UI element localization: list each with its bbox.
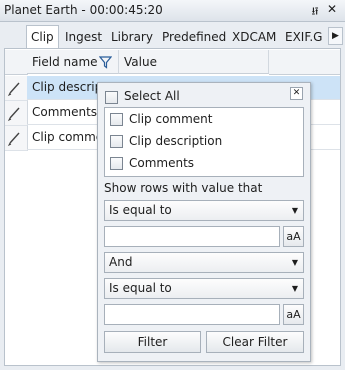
- tab-library[interactable]: Library: [111, 27, 153, 48]
- logic-operator-dropdown[interactable]: And ▼: [104, 252, 304, 273]
- match-case-2-button[interactable]: aA: [283, 304, 304, 325]
- operator-2-value: Is equal to: [109, 281, 172, 295]
- row-header-corner: [5, 50, 28, 75]
- row-field-name: Comments: [32, 105, 98, 119]
- filter-value-1-input[interactable]: [104, 226, 280, 247]
- clear-filter-button[interactable]: Clear Filter: [206, 331, 304, 353]
- column-header-filler: [269, 50, 340, 75]
- chevron-down-icon: ▼: [291, 206, 298, 215]
- checkbox[interactable]: [110, 113, 123, 126]
- row-edit-handle[interactable]: [5, 126, 28, 151]
- column-header-field-name[interactable]: Field name: [27, 50, 119, 74]
- tab-scroll-right-icon[interactable]: ▶: [328, 27, 343, 45]
- row-field-name: Clip descript: [32, 80, 107, 94]
- select-all-label[interactable]: Select All: [124, 89, 180, 103]
- filter-button[interactable]: Filter: [104, 331, 201, 353]
- close-icon[interactable]: ✕: [325, 2, 339, 16]
- column-header-label: Field name: [32, 55, 98, 69]
- chevron-down-icon: ▼: [291, 284, 298, 293]
- filter-value-2-input[interactable]: [104, 304, 280, 325]
- filter-item-label[interactable]: Clip description: [129, 134, 222, 148]
- tab-predefined[interactable]: Predefined: [162, 27, 226, 48]
- match-case-1-button[interactable]: aA: [283, 226, 304, 247]
- tab-clip[interactable]: Clip: [26, 25, 59, 50]
- tab-xdcam[interactable]: XDCAM: [232, 27, 276, 48]
- row-edit-handle[interactable]: [5, 101, 28, 126]
- logic-operator-value: And: [109, 255, 133, 269]
- tab-exif[interactable]: EXIF.G: [285, 27, 323, 48]
- filter-item-label[interactable]: Clip comment: [129, 112, 213, 126]
- checkbox[interactable]: [110, 157, 123, 170]
- row-edit-handle[interactable]: [5, 76, 28, 101]
- tab-ingest[interactable]: Ingest: [65, 27, 102, 48]
- pencil-icon: [7, 107, 20, 122]
- operator-1-value: Is equal to: [109, 203, 172, 217]
- show-rows-label: Show rows with value that: [104, 181, 263, 195]
- operator-1-dropdown[interactable]: Is equal to ▼: [104, 200, 304, 221]
- checkbox[interactable]: [110, 135, 123, 148]
- chevron-down-icon: ▼: [291, 258, 298, 267]
- column-header-value[interactable]: Value: [119, 50, 269, 74]
- row-field-name: Clip comme: [32, 130, 104, 144]
- operator-2-dropdown[interactable]: Is equal to ▼: [104, 278, 304, 299]
- pin-icon[interactable]: ⭿: [309, 3, 321, 18]
- window-title: Planet Earth - 00:00:45:20: [4, 3, 163, 17]
- funnel-icon[interactable]: [98, 50, 113, 74]
- close-icon[interactable]: ✕: [290, 87, 303, 100]
- filter-item-label[interactable]: Comments: [129, 156, 194, 170]
- pencil-icon: [7, 132, 20, 147]
- pencil-icon: [7, 82, 20, 97]
- select-all-checkbox[interactable]: [105, 91, 118, 104]
